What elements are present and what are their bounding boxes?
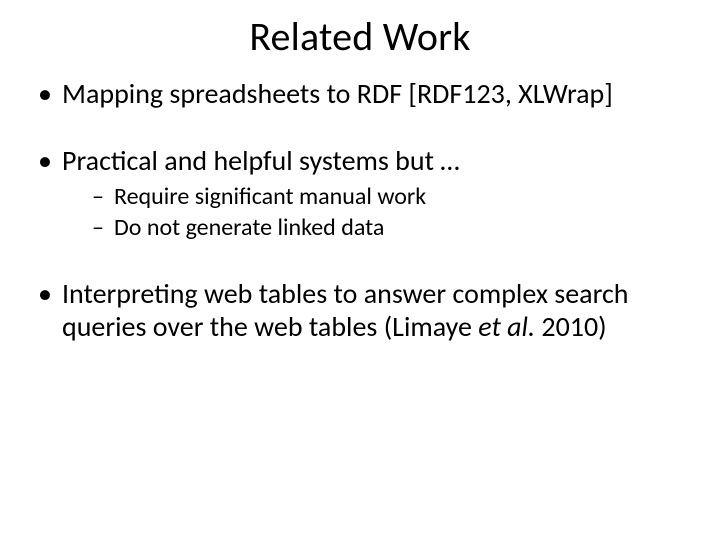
- bullet-item-2: Practical and helpful systems but … Requ…: [36, 144, 684, 243]
- bullet-list: Mapping spreadsheets to RDF [RDF123, XLW…: [36, 77, 684, 343]
- sub-bullet-item: Do not generate linked data: [92, 214, 684, 243]
- citation-italic: et al.: [478, 309, 535, 344]
- sub-bullet-text: Require significant manual work: [114, 182, 426, 211]
- sub-bullet-text: Do not generate linked data: [114, 213, 384, 242]
- sub-bullet-list: Require significant manual work Do not g…: [62, 183, 684, 243]
- bullet-item-3: Interpreting web tables to answer comple…: [36, 277, 684, 343]
- slide-body: Mapping spreadsheets to RDF [RDF123, XLW…: [0, 71, 720, 343]
- citation-close: 2010): [535, 309, 607, 344]
- sub-bullet-item: Require significant manual work: [92, 183, 684, 212]
- bullet-item-1: Mapping spreadsheets to RDF [RDF123, XLW…: [36, 77, 684, 110]
- slide-title: Related Work: [0, 0, 720, 71]
- bullet-text: Practical and helpful systems but …: [62, 143, 460, 178]
- citation-open: (Limaye: [384, 309, 479, 344]
- bullet-text: Mapping spreadsheets to RDF [RDF123, XLW…: [62, 76, 613, 111]
- slide: Related Work Mapping spreadsheets to RDF…: [0, 0, 720, 540]
